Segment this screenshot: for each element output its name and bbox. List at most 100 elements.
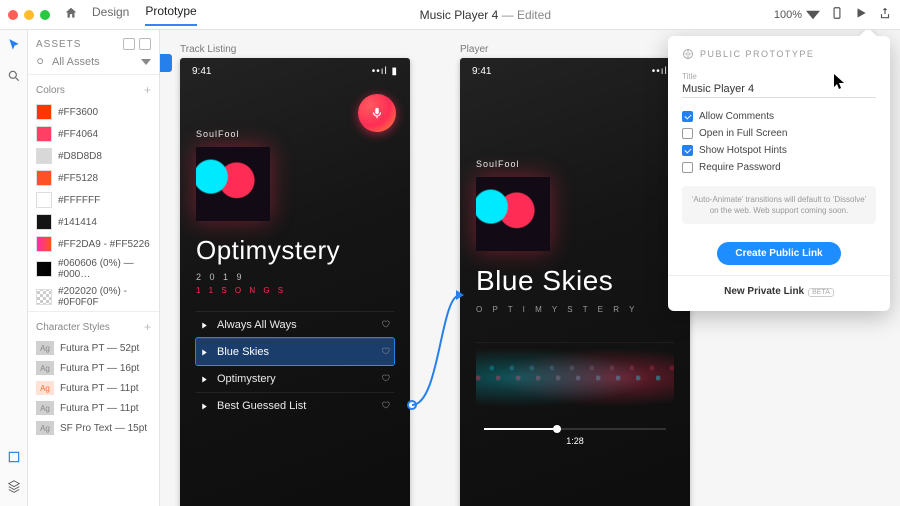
color-swatch-item[interactable]: #141414	[28, 211, 159, 233]
color-label: #141414	[58, 217, 97, 228]
zoom-control[interactable]: 100%	[774, 8, 820, 22]
charstyle-item[interactable]: AgFutura PT — 11pt	[28, 398, 159, 418]
brand-name: SoulFool	[476, 159, 674, 169]
library-icon[interactable]	[7, 450, 21, 467]
artboard-player[interactable]: 9:41 ••ıl ▮ SoulFool Blue Skies O P T I …	[460, 58, 690, 506]
list-view-icon[interactable]	[123, 38, 135, 50]
checkbox[interactable]	[682, 128, 693, 139]
color-swatch-item[interactable]: #FFFFFF	[28, 189, 159, 211]
track-name: Blue Skies	[217, 346, 269, 358]
document-name: Music Player 4	[420, 8, 499, 22]
color-swatch	[36, 214, 52, 230]
device-preview-icon[interactable]	[830, 6, 844, 23]
color-swatch-item[interactable]: #FF5128	[28, 167, 159, 189]
now-playing-subtitle: O P T I M Y S T E R Y	[476, 305, 674, 314]
charstyle-item[interactable]: AgSF Pro Text — 15pt	[28, 418, 159, 438]
brand-name: SoulFool	[196, 129, 394, 139]
beta-badge: BETA	[808, 288, 834, 297]
progress-bar[interactable]	[484, 428, 666, 430]
favorite-icon[interactable]	[381, 319, 390, 331]
checkbox[interactable]	[682, 145, 693, 156]
panel-collapse-handle[interactable]	[160, 54, 172, 72]
zoom-value: 100%	[774, 9, 802, 21]
charstyle-item[interactable]: AgFutura PT — 52pt	[28, 338, 159, 358]
checkbox[interactable]	[682, 111, 693, 122]
favorite-icon[interactable]	[381, 400, 390, 412]
home-icon[interactable]	[64, 6, 78, 23]
charstyle-item[interactable]: AgFutura PT — 16pt	[28, 358, 159, 378]
chevron-down-icon	[806, 8, 820, 22]
track-name: Best Guessed List	[217, 400, 306, 412]
mode-tabs: Design Prototype	[92, 4, 197, 26]
album-art	[476, 177, 550, 251]
minimize-icon[interactable]	[24, 10, 34, 20]
close-icon[interactable]	[8, 10, 18, 20]
color-label: #FF3600	[58, 107, 98, 118]
grid-view-icon[interactable]	[139, 38, 151, 50]
charstyle-preview: Ag	[36, 381, 54, 395]
color-swatch-item[interactable]: #202020 (0%) - #0F0F0F	[28, 283, 159, 311]
color-label: #202020 (0%) - #0F0F0F	[58, 286, 151, 308]
divider	[668, 275, 890, 276]
search-icon[interactable]	[7, 69, 21, 86]
play-icon[interactable]	[854, 6, 868, 23]
color-swatch-item[interactable]: #FF4064	[28, 123, 159, 145]
document-title: Music Player 4 — Edited	[211, 8, 760, 22]
add-color-icon[interactable]: +	[144, 83, 151, 97]
artboard-track-listing[interactable]: 9:41 ••ıl ▮ SoulFool Optimystery 2 0 1 9…	[180, 58, 410, 506]
share-option[interactable]: Show Hotspot Hints	[682, 142, 876, 159]
share-popover-header: PUBLIC PROTOTYPE	[682, 48, 876, 60]
color-swatch-item[interactable]: #060606 (0%) — #000…	[28, 255, 159, 283]
canvas[interactable]: Track Listing 9:41 ••ıl ▮ SoulFool Optim…	[160, 30, 900, 506]
track-row[interactable]: Best Guessed List	[196, 392, 394, 419]
tab-design[interactable]: Design	[92, 5, 129, 25]
color-swatch-item[interactable]: #FF2DA9 - #FF5226	[28, 233, 159, 255]
create-public-link-button[interactable]: Create Public Link	[717, 242, 840, 265]
album-art	[196, 147, 270, 221]
progress-timestamp: 1:28	[476, 436, 674, 446]
mic-icon	[370, 106, 384, 120]
charstyle-label: Futura PT — 16pt	[60, 363, 139, 374]
artboard-label[interactable]: Player	[460, 44, 488, 55]
color-swatch-item[interactable]: #FF3600	[28, 101, 159, 123]
new-private-link[interactable]: New Private LinkBETA	[682, 286, 876, 297]
color-swatch	[36, 126, 52, 142]
share-option[interactable]: Open in Full Screen	[682, 125, 876, 142]
maximize-icon[interactable]	[40, 10, 50, 20]
charstyle-item[interactable]: AgFutura PT — 11pt	[28, 378, 159, 398]
color-label: #D8D8D8	[58, 151, 102, 162]
progress-thumb[interactable]	[553, 425, 561, 433]
voice-mic-button[interactable]	[358, 94, 396, 132]
play-icon	[200, 348, 209, 357]
status-bar: 9:41 ••ıl ▮	[180, 58, 410, 77]
share-option-label: Allow Comments	[699, 111, 774, 122]
color-swatch	[36, 289, 52, 305]
track-name: Always All Ways	[217, 319, 297, 331]
tab-prototype[interactable]: Prototype	[145, 4, 196, 26]
favorite-icon[interactable]	[381, 373, 390, 385]
track-row[interactable]: Always All Ways	[196, 311, 394, 338]
color-swatch	[36, 236, 52, 252]
checkbox[interactable]	[682, 162, 693, 173]
track-row[interactable]: Blue Skies	[196, 338, 394, 365]
layers-icon[interactable]	[7, 479, 21, 496]
status-bar: 9:41 ••ıl ▮	[460, 58, 690, 77]
add-charstyle-icon[interactable]: +	[144, 320, 151, 334]
window-controls[interactable]	[8, 10, 50, 20]
color-swatch-item[interactable]: #D8D8D8	[28, 145, 159, 167]
assets-view-toggle[interactable]	[123, 38, 151, 50]
select-tool-icon[interactable]	[7, 38, 21, 55]
document-edited-suffix: — Edited	[498, 8, 551, 22]
prototype-wire-origin[interactable]	[407, 400, 417, 410]
share-title-input[interactable]: Music Player 4	[682, 83, 876, 98]
share-icon[interactable]	[878, 6, 892, 23]
favorite-icon[interactable]	[381, 346, 390, 358]
track-row[interactable]: Optimystery	[196, 365, 394, 392]
artboard-label[interactable]: Track Listing	[180, 44, 236, 55]
color-swatch	[36, 148, 52, 164]
track-name: Optimystery	[217, 373, 276, 385]
assets-filter[interactable]: All Assets	[28, 54, 159, 74]
share-option[interactable]: Allow Comments	[682, 108, 876, 125]
share-option[interactable]: Require Password	[682, 159, 876, 176]
globe-icon	[682, 48, 694, 60]
